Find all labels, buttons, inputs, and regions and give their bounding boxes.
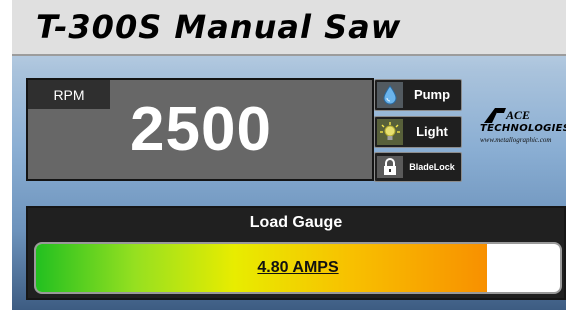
light-bulb-icon <box>377 119 403 145</box>
pump-label: Pump <box>413 87 451 102</box>
logo-url-text: www.metallographic.com <box>480 136 552 144</box>
logo-mark-icon <box>484 108 506 123</box>
pump-button[interactable]: Pump <box>374 79 462 111</box>
app-title: T-300S Manual Saw <box>36 8 402 46</box>
saw-control-screen: T-300S Manual Saw RPM 2500 Pump Light Bl… <box>12 0 566 310</box>
light-button[interactable]: Light <box>374 116 462 148</box>
load-gauge-bar: 4.80 AMPS <box>34 242 562 294</box>
logo-technologies-text: TECHNOLOGIES <box>480 123 566 134</box>
pace-technologies-logo: ACE TECHNOLOGIES www.metallographic.com <box>476 106 566 154</box>
padlock-icon <box>377 156 403 178</box>
rpm-value: 2500 <box>130 95 272 164</box>
water-drop-icon <box>377 82 403 108</box>
light-label: Light <box>416 124 448 139</box>
blade-lock-label-line1: Blade <box>409 162 434 172</box>
load-gauge-reading: 4.80 AMPS <box>257 259 339 276</box>
title-bar: T-300S Manual Saw <box>12 0 566 56</box>
logo-ace-text: ACE <box>506 108 531 122</box>
blade-lock-button[interactable]: Blade Lock <box>374 152 462 182</box>
blade-lock-label: Blade Lock <box>405 153 459 181</box>
load-gauge-panel: Load Gauge 4.80 AMPS <box>26 206 566 300</box>
blade-lock-label-line2: Lock <box>433 162 455 172</box>
rpm-display: RPM 2500 <box>26 78 374 181</box>
load-gauge-title: Load Gauge <box>249 214 343 231</box>
